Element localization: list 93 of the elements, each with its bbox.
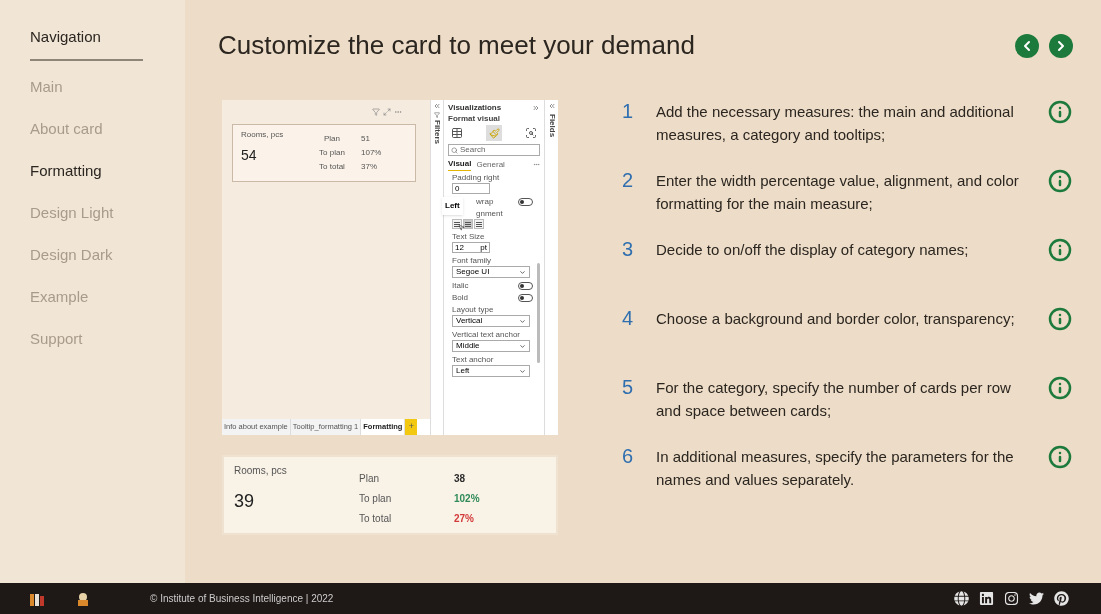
measure-value: 37% xyxy=(361,161,377,173)
alignment-button[interactable] xyxy=(463,219,473,229)
collapse-icon[interactable] xyxy=(547,102,556,110)
step-number: 6 xyxy=(622,445,635,467)
setting-label: Italic xyxy=(452,281,469,290)
dropdown[interactable]: Segoe UI xyxy=(452,266,530,278)
filters-label[interactable]: Filters xyxy=(431,120,443,144)
nav-link[interactable]: Formatting xyxy=(30,160,185,181)
step-text: For the category, specify the number of cards per row and space between cards; xyxy=(656,378,1012,421)
pane-subtitle: Format visual xyxy=(448,114,501,123)
add-page-button[interactable]: + xyxy=(405,419,418,435)
copyright-text: © Institute of Business Intelligence | 2022 xyxy=(150,592,334,606)
measure-value: 27% xyxy=(454,512,474,526)
pane-tab[interactable]: General xyxy=(476,158,505,171)
next-button[interactable] xyxy=(1049,33,1073,58)
step-text: Add the necessary measures: the main and additional measures, a category and tooltips; xyxy=(656,102,1015,145)
dropdown[interactable]: Middle xyxy=(452,340,530,352)
setting-label: Text Size xyxy=(452,232,486,241)
setting-label: Padding right xyxy=(452,173,501,182)
scrollbar[interactable] xyxy=(537,263,540,363)
table-icon[interactable] xyxy=(451,127,463,139)
instagram-icon[interactable] xyxy=(1004,591,1019,606)
analytics-icon[interactable] xyxy=(525,127,537,139)
chevron-down-icon xyxy=(519,367,526,375)
collapse-icon[interactable] xyxy=(433,102,441,110)
alignment-button[interactable] xyxy=(452,219,462,229)
number-field[interactable]: 12 pt xyxy=(452,242,490,253)
page-title: Customize the card to meet your demand xyxy=(218,29,695,62)
chevron-down-icon xyxy=(519,342,526,350)
info-icon[interactable] xyxy=(1048,307,1072,331)
measure-label: Plan xyxy=(359,472,380,486)
card-title: Rooms, pcs xyxy=(241,129,285,141)
info-icon[interactable] xyxy=(1048,238,1072,262)
setting-label: Layout type xyxy=(452,305,495,314)
measure-value: 51 xyxy=(361,133,370,145)
measure-value: 107% xyxy=(361,147,382,159)
card-title: Rooms, pcs xyxy=(234,464,288,478)
chevron-down-icon xyxy=(519,268,526,276)
pinterest-icon[interactable] xyxy=(1054,591,1069,606)
setting-label: Font family xyxy=(452,256,493,265)
setting-label: Text anchor xyxy=(452,355,495,364)
card-value: 54 xyxy=(241,146,258,165)
focus-icon[interactable] xyxy=(383,108,391,116)
fields-label[interactable]: Fields xyxy=(545,114,558,138)
info-icon[interactable] xyxy=(1048,376,1072,400)
toggle-switch[interactable] xyxy=(518,281,533,290)
step-number: 3 xyxy=(622,238,635,260)
setting-label: gnment xyxy=(476,209,504,218)
previous-button[interactable] xyxy=(1015,33,1039,58)
info-icon[interactable] xyxy=(1048,169,1072,193)
globe-icon[interactable] xyxy=(954,591,969,606)
pane-tab[interactable]: Visual xyxy=(448,158,472,171)
toggle-switch[interactable] xyxy=(518,293,533,302)
setting-label: Vertical text anchor xyxy=(452,330,522,339)
measure-label: To total xyxy=(318,161,346,173)
expand-icon[interactable] xyxy=(532,104,540,112)
dropdown[interactable]: Vertical xyxy=(452,315,530,327)
cursor-icon xyxy=(458,224,465,231)
alignment-button[interactable] xyxy=(474,219,484,229)
dropdown[interactable]: Left xyxy=(452,365,530,377)
toggle-switch[interactable] xyxy=(518,197,533,206)
measure-label: Plan xyxy=(323,133,341,145)
step-text: Decide to on/off the display of category names; xyxy=(656,240,970,260)
chevron-down-icon xyxy=(519,317,526,325)
info-icon[interactable] xyxy=(1048,100,1072,124)
measure-label: To total xyxy=(359,512,393,526)
twitter-icon[interactable] xyxy=(1029,591,1044,606)
measure-value: 102% xyxy=(454,492,480,506)
step-number: 2 xyxy=(622,169,635,191)
step-text: Choose a background and border color, transparency; xyxy=(656,309,1016,329)
tooltip: Left xyxy=(442,197,463,215)
pane-title: Visualizations xyxy=(448,102,502,114)
sidebar-title: Navigation xyxy=(30,26,143,61)
step-number: 4 xyxy=(622,307,635,329)
step-text: In additional measures, specify the parameters for the names and values separately. xyxy=(656,447,1015,490)
setting-label: Bold xyxy=(452,293,468,302)
filter-icon xyxy=(434,112,440,118)
step-text: Enter the width percentage value, alignment, and color formatting for the main measure; xyxy=(656,171,1020,214)
logo-icon xyxy=(76,591,90,606)
card-value: 39 xyxy=(234,490,256,513)
measure-value: 38 xyxy=(454,472,466,486)
setting-label: wrap xyxy=(476,197,494,206)
step-number: 5 xyxy=(622,376,635,398)
info-icon[interactable] xyxy=(1048,445,1072,469)
linkedin-icon[interactable] xyxy=(979,591,994,606)
number-field[interactable]: 0 xyxy=(452,183,490,194)
search-field[interactable]: Search xyxy=(448,144,540,156)
logo-icon xyxy=(30,591,44,606)
search-icon xyxy=(451,146,458,154)
paintbrush-icon xyxy=(488,127,500,139)
step-number: 1 xyxy=(622,100,635,122)
measure-label: To plan xyxy=(318,147,346,159)
measure-label: To plan xyxy=(359,492,393,506)
